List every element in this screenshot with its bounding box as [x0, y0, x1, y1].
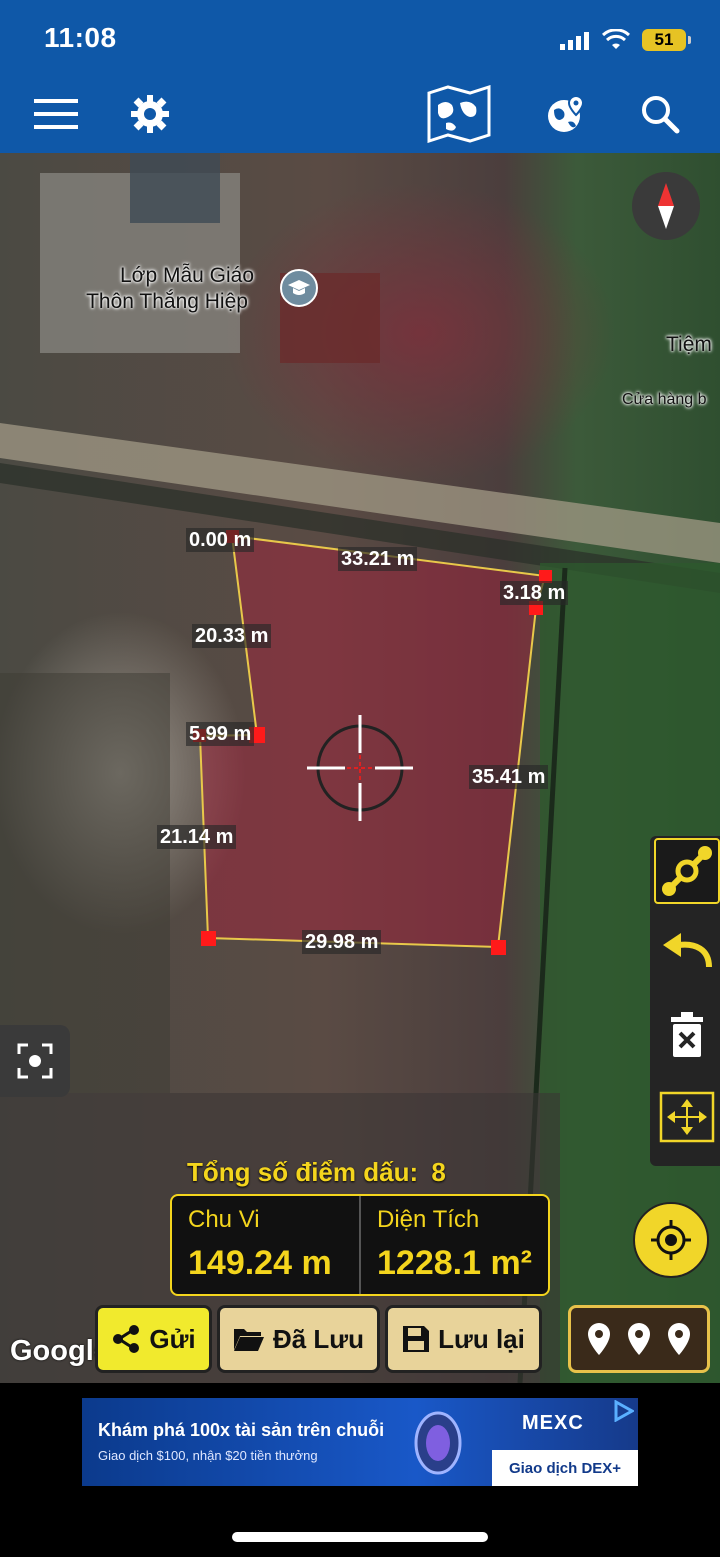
segment-length-label: 33.21 m [338, 547, 418, 571]
crypto-coin-icon [414, 1411, 462, 1475]
wifi-icon [602, 29, 630, 49]
school-marker[interactable] [280, 269, 318, 307]
save-button[interactable]: Lưu lại [385, 1305, 542, 1373]
ad-banner[interactable]: Khám phá 100x tài sản trên chuỗi Giao dị… [82, 1398, 638, 1486]
search-icon [642, 96, 680, 134]
segment-length-label: 20.33 m [192, 624, 272, 648]
menu-icon [34, 99, 78, 129]
map-icon [427, 85, 491, 143]
graduation-cap-icon [288, 280, 310, 295]
draw-line-button[interactable] [654, 838, 720, 904]
map-view[interactable]: Lớp Mẫu Giáo Thôn Thắng Hiệp Tiệm Cửa hà… [0, 153, 720, 1383]
area-value: 1228.1 m² [377, 1244, 532, 1282]
home-indicator[interactable] [232, 1532, 488, 1542]
location-globe-button[interactable] [538, 84, 594, 144]
side-toolbar [650, 836, 720, 1166]
segment-length-label: 29.98 m [302, 930, 382, 954]
app-header: 11:08 51 [0, 0, 720, 153]
area-panel: Diện Tích 1228.1 m² [359, 1196, 548, 1294]
place-label-line: Lớp Mẫu Giáo [120, 264, 255, 287]
status-icons: 51 [560, 26, 691, 54]
place-label-kindergarten[interactable]: Lớp Mẫu Giáo Thôn Thắng Hiệp [86, 263, 255, 315]
save-label: Lưu lại [438, 1323, 525, 1354]
segment-length-label: 3.18 m [500, 581, 569, 605]
settings-button[interactable] [122, 84, 178, 144]
point-count-label: Tổng số điểm dấu: [187, 1157, 419, 1187]
crosshair-icon [307, 715, 413, 821]
measurement-summary: Chu Vi 149.24 m Diện Tích 1228.1 m² [170, 1194, 550, 1296]
saved-label: Đã Lưu [272, 1323, 365, 1354]
compass-icon [658, 183, 674, 229]
perimeter-value: 149.24 m [188, 1244, 332, 1282]
undo-button[interactable] [654, 918, 720, 984]
undo-icon [663, 933, 712, 968]
cellular-signal-icon [560, 32, 589, 50]
place-label-line: Thôn Thắng Hiệp [86, 290, 248, 313]
folder-open-icon [233, 1329, 264, 1351]
markers-button[interactable] [568, 1305, 710, 1373]
perimeter-label: Chu Vi [188, 1206, 260, 1233]
ad-brand: MEXC [522, 1412, 584, 1434]
focus-frame-icon [17, 1043, 53, 1079]
target-location-icon [651, 1220, 691, 1260]
ad-cta-button[interactable]: Giao dịch DEX+ [492, 1450, 638, 1486]
status-time: 11:08 [44, 22, 117, 53]
fit-bounds-button[interactable] [654, 1084, 720, 1150]
place-label-shop[interactable]: Tiệm [666, 333, 712, 357]
expand-arrows-icon [659, 1091, 715, 1143]
search-button[interactable] [632, 84, 688, 144]
focus-frame-button[interactable] [0, 1025, 70, 1097]
battery-indicator: 51 [642, 29, 691, 51]
point-count-value: 8 [431, 1157, 446, 1187]
ad-title: Khám phá 100x tài sản trên chuỗi [98, 1420, 385, 1440]
menu-button[interactable] [28, 84, 84, 144]
map-pin-icon [588, 1323, 610, 1355]
ad-choices-icon [614, 1400, 634, 1422]
area-label: Diện Tích [377, 1206, 480, 1233]
map-pin-icon [668, 1323, 690, 1355]
floppy-disk-icon [403, 1326, 430, 1352]
polyline-tool-icon [662, 846, 712, 896]
ad-subtitle: Giao dịch $100, nhận $20 tiền thưởng [98, 1448, 318, 1463]
saved-button[interactable]: Đã Lưu [217, 1305, 380, 1373]
share-icon [113, 1325, 140, 1353]
segment-length-label: 5.99 m [186, 722, 255, 746]
map-type-button[interactable] [424, 84, 494, 144]
point-count: Tổng số điểm dấu: 8 [187, 1157, 446, 1188]
my-location-button[interactable] [633, 1202, 709, 1278]
send-label: Gửi [149, 1323, 196, 1354]
send-button[interactable]: Gửi [95, 1305, 212, 1373]
place-label-shop-sub[interactable]: Cửa hàng b [622, 391, 707, 409]
segment-length-label: 0.00 m [186, 528, 255, 552]
trash-icon [671, 1012, 703, 1057]
perimeter-panel: Chu Vi 149.24 m [172, 1196, 359, 1294]
segment-length-label: 35.41 m [469, 765, 549, 789]
map-pin-icon [628, 1323, 650, 1355]
globe-pin-icon [548, 94, 585, 132]
compass-button[interactable] [632, 172, 700, 240]
gear-icon [131, 95, 169, 133]
segment-length-label: 21.14 m [157, 825, 237, 849]
delete-button[interactable] [654, 1002, 720, 1068]
